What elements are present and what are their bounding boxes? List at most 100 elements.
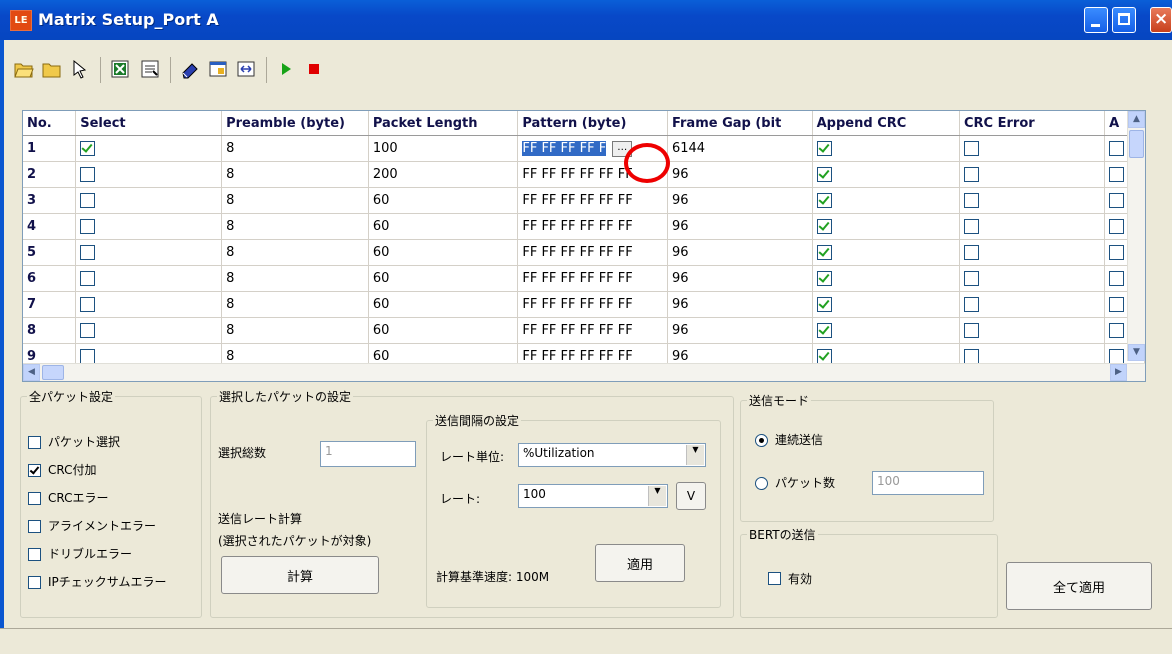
eraser-button[interactable]	[176, 54, 204, 84]
close-button[interactable]: ×	[1150, 7, 1172, 33]
pointer-button[interactable]	[66, 54, 94, 84]
select-checkbox[interactable]	[80, 193, 96, 208]
table-row[interactable]: 2 8 200 FF FF FF FF FF FF 96	[23, 161, 1145, 188]
packet-length-cell[interactable]: 60	[368, 187, 519, 214]
pattern-cell[interactable]: FF FF FF FF FF FF	[517, 265, 668, 292]
col-header-preamble[interactable]: Preamble (byte)	[221, 111, 369, 136]
frame-gap-cell[interactable]: 96	[667, 239, 813, 266]
pattern-cell[interactable]: FF FF FF FF FF FF	[517, 239, 668, 266]
select-checkbox[interactable]	[80, 349, 96, 364]
a-column-checkbox[interactable]	[1109, 141, 1125, 156]
all-packet-checkbox[interactable]	[28, 520, 41, 533]
append-crc-checkbox[interactable]	[816, 297, 832, 312]
export-button[interactable]	[136, 54, 164, 84]
rate-unit-select[interactable]: %Utilization ▼	[518, 443, 706, 467]
select-checkbox[interactable]	[80, 245, 96, 260]
vertical-scroll-thumb[interactable]	[1129, 130, 1144, 158]
append-crc-checkbox[interactable]	[816, 141, 832, 156]
rate-select[interactable]: 100 ▼	[518, 484, 668, 508]
frame-gap-cell[interactable]: 96	[667, 265, 813, 292]
all-packet-checkbox[interactable]	[28, 548, 41, 561]
frame-gap-cell[interactable]: 96	[667, 187, 813, 214]
table-row[interactable]: 6 8 60 FF FF FF FF FF FF 96	[23, 265, 1145, 292]
select-checkbox[interactable]	[80, 297, 96, 312]
append-crc-checkbox[interactable]	[816, 349, 832, 364]
a-column-checkbox[interactable]	[1109, 167, 1125, 182]
col-header-frame-gap[interactable]: Frame Gap (bit	[667, 111, 813, 136]
all-packet-checkbox[interactable]	[28, 464, 41, 477]
col-header-select[interactable]: Select	[75, 111, 223, 136]
select-checkbox[interactable]	[80, 167, 96, 182]
pattern-cell[interactable]: FF FF FF FF FF FF	[517, 213, 668, 240]
all-packet-checkbox[interactable]	[28, 492, 41, 505]
minimize-button[interactable]	[1084, 7, 1108, 33]
frame-gap-cell[interactable]: 96	[667, 213, 813, 240]
calc-button[interactable]: 計算	[221, 556, 379, 594]
packet-count-radio[interactable]	[755, 477, 768, 490]
append-crc-checkbox[interactable]	[816, 323, 832, 338]
bert-enable-checkbox[interactable]	[768, 572, 781, 585]
play-button[interactable]	[272, 54, 300, 84]
packet-length-cell[interactable]: 100	[368, 135, 519, 162]
crc-error-checkbox[interactable]	[964, 271, 979, 286]
select-checkbox[interactable]	[80, 141, 96, 156]
crc-error-checkbox[interactable]	[964, 349, 979, 364]
col-header-append-crc[interactable]: Append CRC	[812, 111, 961, 136]
frame-gap-cell[interactable]: 6144	[667, 135, 813, 162]
preamble-cell[interactable]: 8	[221, 161, 369, 188]
a-column-checkbox[interactable]	[1109, 271, 1125, 286]
table-row[interactable]: 7 8 60 FF FF FF FF FF FF 96	[23, 291, 1145, 318]
packet-length-cell[interactable]: 60	[368, 265, 519, 292]
select-checkbox[interactable]	[80, 219, 96, 234]
pattern-cell[interactable]: FF FF FF FF FF FF	[517, 187, 668, 214]
table-row[interactable]: 8 8 60 FF FF FF FF FF FF 96	[23, 317, 1145, 344]
col-header-no[interactable]: No.	[23, 111, 77, 136]
fit-width-button[interactable]	[232, 54, 260, 84]
a-column-checkbox[interactable]	[1109, 297, 1125, 312]
preamble-cell[interactable]: 8	[221, 187, 369, 214]
frame-gap-cell[interactable]: 96	[667, 317, 813, 344]
pattern-cell[interactable]: FF FF FF FF FF FF	[517, 317, 668, 344]
packet-length-cell[interactable]: 200	[368, 161, 519, 188]
frame-gap-cell[interactable]: 96	[667, 161, 813, 188]
append-crc-checkbox[interactable]	[816, 193, 832, 208]
maximize-button[interactable]	[1112, 7, 1136, 33]
append-crc-checkbox[interactable]	[816, 219, 832, 234]
crc-error-checkbox[interactable]	[964, 297, 979, 312]
table-row[interactable]: 3 8 60 FF FF FF FF FF FF 96	[23, 187, 1145, 214]
table-row[interactable]: 1 8 100 FF FF FF FF F… 6144	[23, 135, 1145, 162]
all-packet-checkbox[interactable]	[28, 436, 41, 449]
window-button[interactable]	[204, 54, 232, 84]
chevron-down-icon[interactable]: ▼	[686, 445, 704, 465]
frame-gap-cell[interactable]: 96	[667, 291, 813, 318]
crc-error-checkbox[interactable]	[964, 141, 979, 156]
packet-count-field[interactable]: 100	[872, 471, 984, 495]
pattern-cell[interactable]: FF FF FF FF FF FF	[517, 291, 668, 318]
a-column-checkbox[interactable]	[1109, 219, 1125, 234]
preamble-cell[interactable]: 8	[221, 135, 369, 162]
a-column-checkbox[interactable]	[1109, 323, 1125, 338]
packet-length-cell[interactable]: 60	[368, 317, 519, 344]
crc-error-checkbox[interactable]	[964, 323, 979, 338]
scroll-right-arrow-icon[interactable]: ▶	[1110, 364, 1127, 381]
a-column-checkbox[interactable]	[1109, 349, 1125, 364]
scroll-up-arrow-icon[interactable]: ▲	[1128, 111, 1145, 128]
packet-length-cell[interactable]: 60	[368, 291, 519, 318]
chevron-down-icon[interactable]: ▼	[648, 486, 666, 506]
a-column-checkbox[interactable]	[1109, 245, 1125, 260]
preamble-cell[interactable]: 8	[221, 291, 369, 318]
scroll-left-arrow-icon[interactable]: ◀	[23, 364, 40, 381]
col-header-pattern[interactable]: Pattern (byte)	[517, 111, 668, 136]
folder-button[interactable]	[38, 54, 66, 84]
horizontal-scrollbar[interactable]: ◀ ▶	[23, 363, 1145, 381]
apply-button[interactable]: 適用	[595, 544, 685, 582]
horizontal-scroll-thumb[interactable]	[42, 365, 64, 380]
append-crc-checkbox[interactable]	[816, 245, 832, 260]
select-checkbox[interactable]	[80, 323, 96, 338]
append-crc-checkbox[interactable]	[816, 271, 832, 286]
select-checkbox[interactable]	[80, 271, 96, 286]
v-button[interactable]: V	[676, 482, 706, 510]
preamble-cell[interactable]: 8	[221, 239, 369, 266]
scroll-down-arrow-icon[interactable]: ▼	[1128, 344, 1145, 361]
table-row[interactable]: 5 8 60 FF FF FF FF FF FF 96	[23, 239, 1145, 266]
